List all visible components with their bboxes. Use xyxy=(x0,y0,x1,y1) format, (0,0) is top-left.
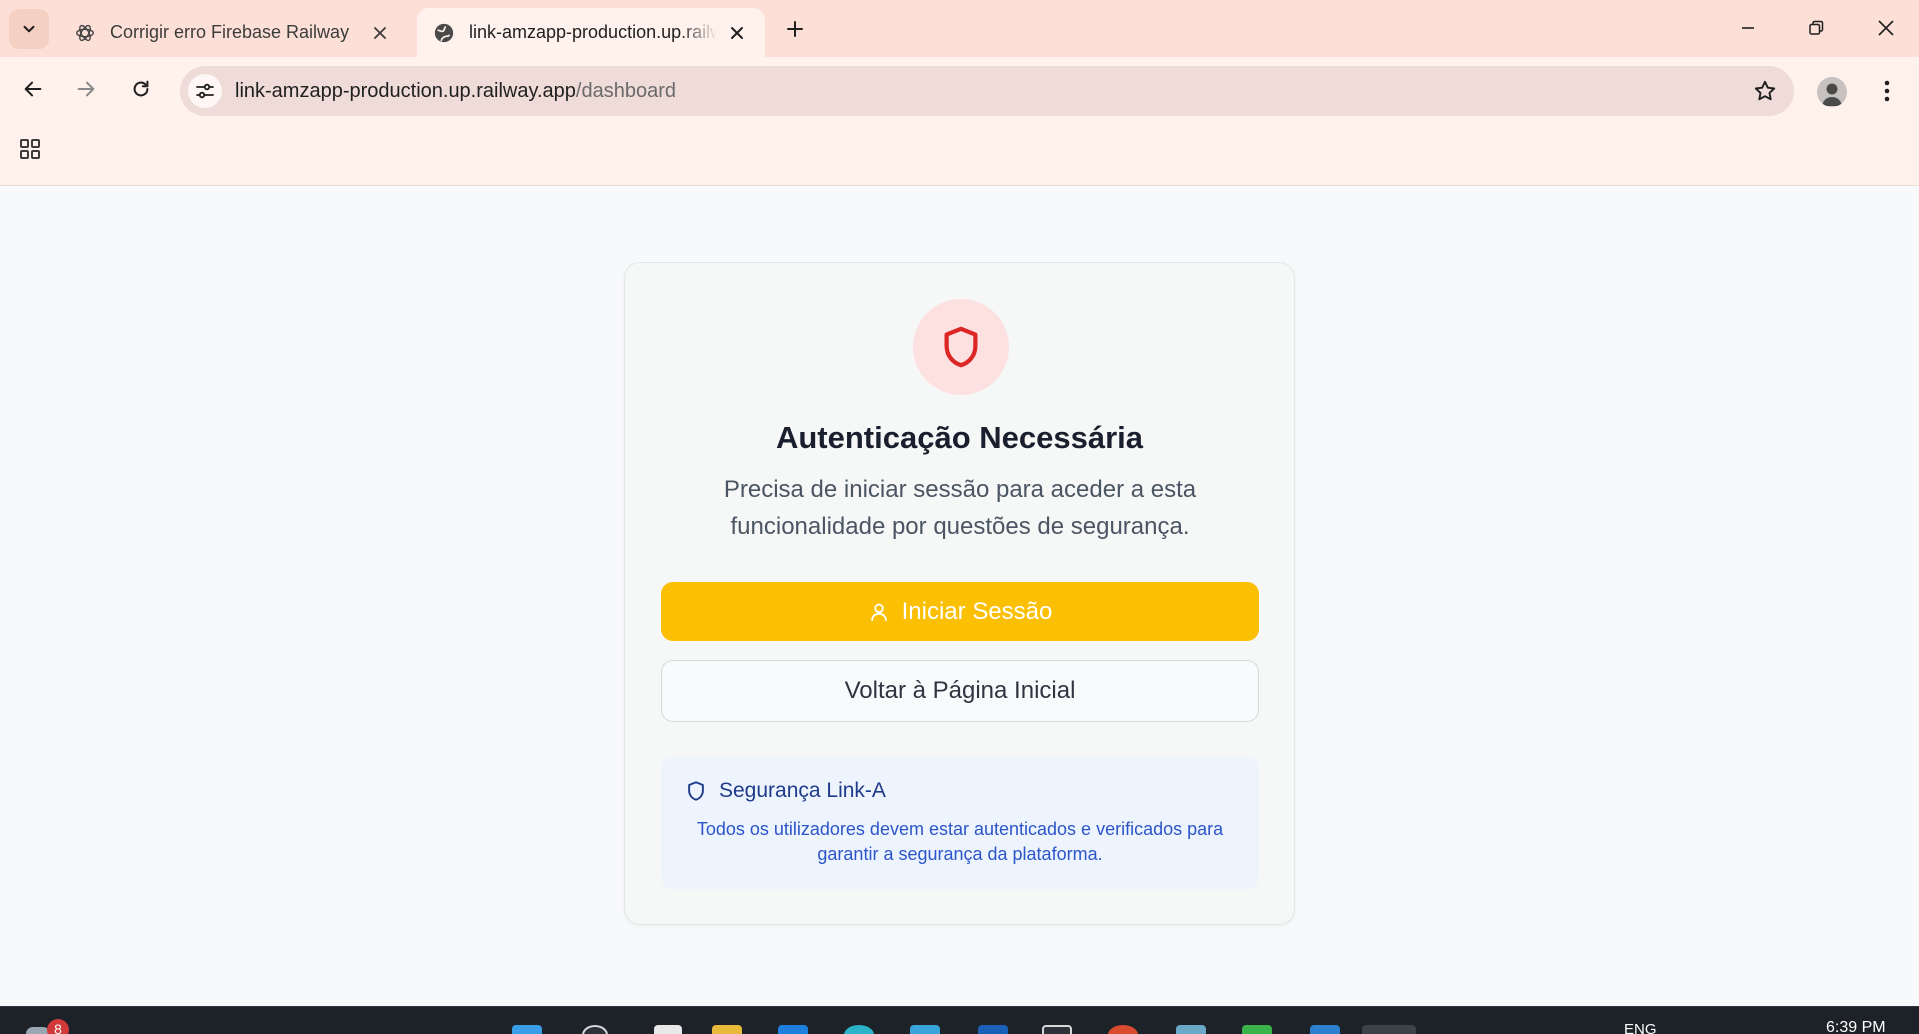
url-path: /dashboard xyxy=(575,80,676,102)
app-icon[interactable] xyxy=(844,1025,874,1034)
close-icon xyxy=(731,26,743,39)
profile-icon xyxy=(1822,83,1842,106)
globe-icon xyxy=(433,22,455,44)
security-notice-header: Segurança Link-A xyxy=(685,779,886,803)
shield-icon xyxy=(685,780,707,802)
chrome-taskbar-icon[interactable] xyxy=(1362,1025,1416,1034)
file-explorer-icon[interactable] xyxy=(712,1025,742,1034)
minimize-icon xyxy=(1742,27,1754,29)
login-button-label: Iniciar Sessão xyxy=(901,597,1053,625)
app-icon[interactable] xyxy=(1108,1025,1138,1034)
security-notice: Segurança Link-A Todos os utilizadores d… xyxy=(661,757,1259,889)
clock[interactable]: 6:39 PM xyxy=(1826,1019,1886,1034)
windows-start-icon[interactable] xyxy=(512,1025,542,1034)
reload-icon xyxy=(133,80,149,97)
notification-badge: 8 xyxy=(47,1019,69,1034)
edge-icon[interactable] xyxy=(778,1025,808,1034)
tab-dashboard[interactable]: link-amzapp-production.up.railway.app/da… xyxy=(417,8,765,57)
minimize-button[interactable] xyxy=(1728,8,1768,48)
forward-button[interactable] xyxy=(66,69,106,109)
tab-title: link-amzapp-production.up.railway.app/da… xyxy=(469,22,717,42)
url-host: link-amzapp-production.up.railway.app xyxy=(235,80,576,102)
login-button[interactable]: Iniciar Sessão xyxy=(661,582,1259,641)
security-notice-title: Segurança Link-A xyxy=(719,779,886,802)
new-tab-button[interactable] xyxy=(780,14,810,44)
grid-icon xyxy=(20,139,40,159)
app-icon[interactable] xyxy=(978,1025,1008,1034)
app-icon[interactable] xyxy=(1042,1025,1072,1034)
browser-toolbar: link-amzapp-production.up.railway.app/da… xyxy=(0,57,1919,186)
browser-tab-strip: Corrigir erro Firebase Railway link-amza… xyxy=(0,0,1919,57)
close-icon xyxy=(1878,20,1894,36)
shield-badge xyxy=(913,299,1009,395)
plus-icon xyxy=(787,21,803,37)
back-to-home-label: Voltar à Página Inicial xyxy=(844,677,1076,704)
app-icon[interactable] xyxy=(1176,1025,1206,1034)
mail-icon[interactable] xyxy=(1310,1025,1340,1034)
security-notice-text: Todos os utilizadores devem estar autent… xyxy=(696,819,1224,864)
bookmark-button[interactable] xyxy=(1752,78,1778,104)
auth-required-card: Autenticação Necessária Precisa de inici… xyxy=(624,262,1295,925)
star-icon xyxy=(1754,80,1776,101)
reload-button[interactable] xyxy=(121,69,161,109)
store-icon[interactable] xyxy=(910,1025,940,1034)
close-icon xyxy=(374,26,386,39)
back-button[interactable] xyxy=(13,69,53,109)
window-close-button[interactable] xyxy=(1866,8,1906,48)
tab-search-button[interactable] xyxy=(9,9,49,49)
tab-close-button[interactable] xyxy=(368,21,392,45)
task-view-icon[interactable] xyxy=(654,1025,682,1034)
card-title: Autenticação Necessária xyxy=(775,420,1144,455)
search-icon[interactable] xyxy=(582,1025,608,1034)
more-vertical-icon xyxy=(1884,80,1890,102)
restore-button[interactable] xyxy=(1796,8,1836,48)
language-indicator[interactable]: ENG xyxy=(1624,1021,1657,1034)
tab-close-button[interactable] xyxy=(725,21,749,45)
back-to-home-button[interactable]: Voltar à Página Inicial xyxy=(661,660,1259,722)
address-bar[interactable]: link-amzapp-production.up.railway.app/da… xyxy=(180,66,1794,116)
app-icon[interactable] xyxy=(1242,1025,1272,1034)
arrow-left-icon xyxy=(24,81,42,97)
restore-icon xyxy=(1809,20,1824,35)
shield-icon xyxy=(944,326,978,368)
tab-title: Corrigir erro Firebase Railway xyxy=(110,22,350,42)
profile-avatar[interactable] xyxy=(1817,77,1847,107)
user-icon xyxy=(868,601,890,623)
arrow-right-icon xyxy=(77,81,95,97)
browser-menu-button[interactable] xyxy=(1872,73,1902,109)
taskbar: 8 ENG 6:39 PM xyxy=(0,1006,1919,1034)
tune-icon xyxy=(196,83,214,99)
openai-icon xyxy=(74,22,96,44)
url-text[interactable]: link-amzapp-production.up.railway.app/da… xyxy=(235,80,676,103)
tab-corrigir-erro[interactable]: Corrigir erro Firebase Railway xyxy=(58,8,408,57)
apps-button[interactable] xyxy=(14,133,46,165)
chevron-down-icon xyxy=(23,25,35,33)
site-info-button[interactable] xyxy=(188,74,222,108)
card-description: Precisa de iniciar sessão para aceder a … xyxy=(723,476,1197,540)
